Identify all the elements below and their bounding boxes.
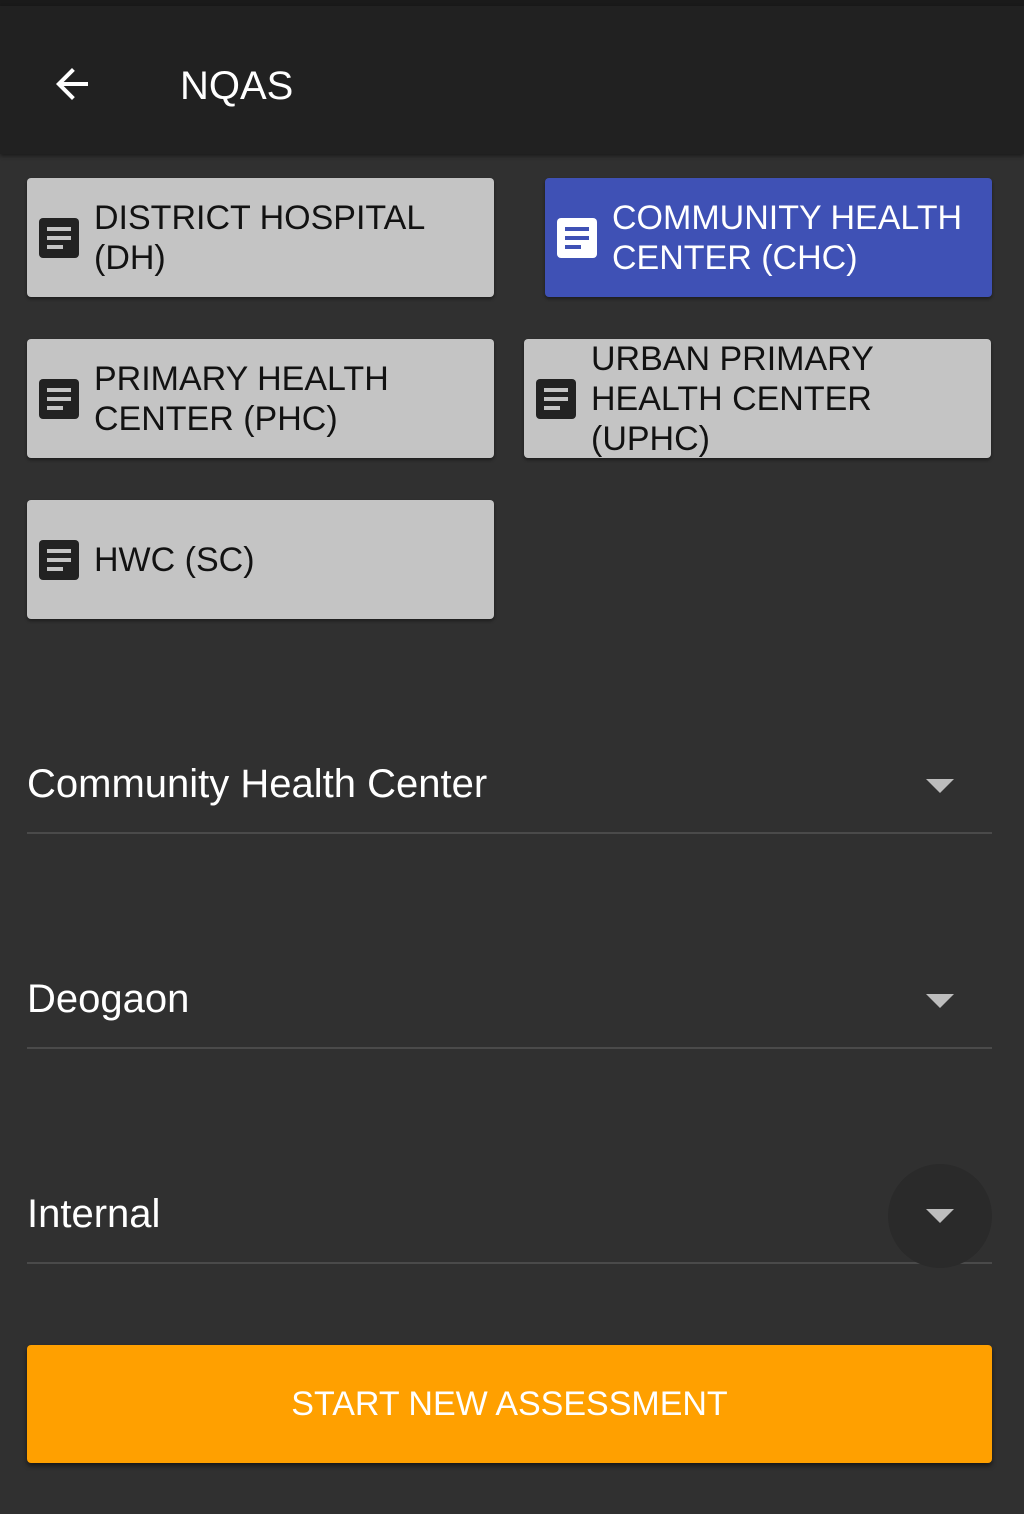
facility-type-dropdown-button[interactable] (888, 734, 992, 838)
start-new-assessment-label: START NEW ASSESSMENT (291, 1384, 728, 1423)
primary-health-center-button[interactable]: PRIMARY HEALTH CENTER (PHC) (27, 339, 494, 458)
facility-type-select[interactable]: Community Health Center (27, 734, 992, 834)
hwc-sc-label: HWC (SC) (94, 540, 255, 579)
urban-primary-health-center-button[interactable]: URBAN PRIMARY HEALTH CENTER (UPHC) (524, 339, 991, 458)
app-bar: NQAS (0, 6, 1024, 154)
district-hospital-label: DISTRICT HOSPITAL (DH) (94, 198, 424, 277)
document-icon (553, 214, 601, 262)
assessment-type-select[interactable]: Internal (27, 1164, 992, 1268)
assessment-type-value: Internal (27, 1192, 161, 1236)
page-title: NQAS (180, 64, 294, 108)
start-new-assessment-button[interactable]: START NEW ASSESSMENT (27, 1345, 992, 1463)
facility-name-select[interactable]: Deogaon (27, 949, 992, 1049)
document-icon (532, 375, 580, 423)
nqas-screen: NQAS DISTRICT HOSPITAL (DH) COMMUNITY HE… (0, 0, 1024, 1514)
caret-down-icon (926, 779, 954, 793)
back-button[interactable] (30, 42, 114, 126)
caret-down-icon (926, 1209, 954, 1223)
document-icon (35, 536, 83, 584)
caret-down-icon (926, 994, 954, 1008)
hwc-sc-button[interactable]: HWC (SC) (27, 500, 494, 619)
assessment-type-dropdown-button[interactable] (888, 1164, 992, 1268)
facility-type-value: Community Health Center (27, 762, 488, 806)
community-health-center-button[interactable]: COMMUNITY HEALTH CENTER (CHC) (545, 178, 992, 297)
document-icon (35, 375, 83, 423)
district-hospital-button[interactable]: DISTRICT HOSPITAL (DH) (27, 178, 494, 297)
facility-name-value: Deogaon (27, 977, 190, 1021)
document-icon (35, 214, 83, 262)
urban-primary-health-center-label: URBAN PRIMARY HEALTH CENTER (UPHC) (591, 339, 874, 458)
arrow-left-icon (56, 68, 88, 100)
primary-health-center-label: PRIMARY HEALTH CENTER (PHC) (94, 359, 389, 438)
community-health-center-label: COMMUNITY HEALTH CENTER (CHC) (612, 198, 963, 277)
facility-name-dropdown-button[interactable] (888, 949, 992, 1053)
